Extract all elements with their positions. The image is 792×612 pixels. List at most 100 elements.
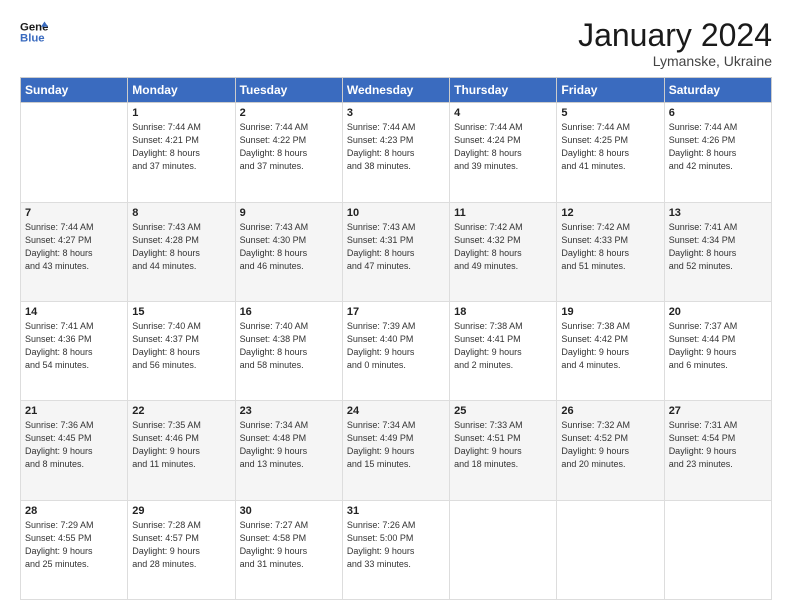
day-number: 2 [240,107,338,119]
calendar-cell: 7 Sunrise: 7:44 AMSunset: 4:27 PMDaylight… [21,202,128,301]
day-info: Sunrise: 7:34 AMSunset: 4:49 PMDaylight:… [347,419,445,471]
day-info: Sunrise: 7:33 AMSunset: 4:51 PMDaylight:… [454,419,552,471]
day-info: Sunrise: 7:37 AMSunset: 4:44 PMDaylight:… [669,320,767,372]
calendar-day-header: Friday [557,78,664,103]
day-info: Sunrise: 7:44 AMSunset: 4:27 PMDaylight:… [25,221,123,273]
day-number: 5 [561,107,659,119]
day-number: 4 [454,107,552,119]
calendar-cell: 30 Sunrise: 7:27 AMSunset: 4:58 PMDayligh… [235,500,342,599]
day-info: Sunrise: 7:43 AMSunset: 4:28 PMDaylight:… [132,221,230,273]
calendar-day-header: Sunday [21,78,128,103]
day-number: 1 [132,107,230,119]
calendar-week-row: 28 Sunrise: 7:29 AMSunset: 4:55 PMDayligh… [21,500,772,599]
day-number: 6 [669,107,767,119]
day-info: Sunrise: 7:44 AMSunset: 4:25 PMDaylight:… [561,121,659,173]
day-info: Sunrise: 7:28 AMSunset: 4:57 PMDaylight:… [132,519,230,571]
day-number: 3 [347,107,445,119]
day-info: Sunrise: 7:31 AMSunset: 4:54 PMDaylight:… [669,419,767,471]
day-info: Sunrise: 7:27 AMSunset: 4:58 PMDaylight:… [240,519,338,571]
day-number: 17 [347,306,445,318]
calendar-cell: 29 Sunrise: 7:28 AMSunset: 4:57 PMDayligh… [128,500,235,599]
calendar-week-row: 21Sunrise: 7:36 AMSunset: 4:45 PMDayligh… [21,401,772,500]
calendar-cell: 13 Sunrise: 7:41 AMSunset: 4:34 PMDayligh… [664,202,771,301]
calendar-cell: 6 Sunrise: 7:44 AMSunset: 4:26 PMDaylight… [664,103,771,202]
calendar-header-row: SundayMondayTuesdayWednesdayThursdayFrid… [21,78,772,103]
calendar-day-header: Monday [128,78,235,103]
day-number: 10 [347,207,445,219]
day-number: 9 [240,207,338,219]
day-info: Sunrise: 7:40 AMSunset: 4:38 PMDaylight:… [240,320,338,372]
day-number: 15 [132,306,230,318]
day-info: Sunrise: 7:44 AMSunset: 4:24 PMDaylight:… [454,121,552,173]
calendar-cell [21,103,128,202]
day-number: 25 [454,405,552,417]
day-number: 19 [561,306,659,318]
calendar-cell [664,500,771,599]
calendar-day-header: Saturday [664,78,771,103]
calendar-cell: 27 Sunrise: 7:31 AMSunset: 4:54 PMDayligh… [664,401,771,500]
calendar-cell: 14Sunrise: 7:41 AMSunset: 4:36 PMDayligh… [21,301,128,400]
day-info: Sunrise: 7:41 AMSunset: 4:34 PMDaylight:… [669,221,767,273]
calendar-cell: 4 Sunrise: 7:44 AMSunset: 4:24 PMDaylight… [450,103,557,202]
day-number: 28 [25,505,123,517]
page-subtitle: Lymanske, Ukraine [578,53,772,69]
page-title: January 2024 [578,18,772,53]
day-info: Sunrise: 7:35 AMSunset: 4:46 PMDaylight:… [132,419,230,471]
day-info: Sunrise: 7:44 AMSunset: 4:26 PMDaylight:… [669,121,767,173]
calendar-cell: 15 Sunrise: 7:40 AMSunset: 4:37 PMDayligh… [128,301,235,400]
calendar-cell: 9 Sunrise: 7:43 AMSunset: 4:30 PMDaylight… [235,202,342,301]
calendar-week-row: 1 Sunrise: 7:44 AMSunset: 4:21 PMDaylight… [21,103,772,202]
day-number: 31 [347,505,445,517]
calendar-cell: 31 Sunrise: 7:26 AMSunset: 5:00 PMDayligh… [342,500,449,599]
day-number: 24 [347,405,445,417]
day-info: Sunrise: 7:34 AMSunset: 4:48 PMDaylight:… [240,419,338,471]
calendar-day-header: Tuesday [235,78,342,103]
calendar-cell: 25 Sunrise: 7:33 AMSunset: 4:51 PMDayligh… [450,401,557,500]
day-info: Sunrise: 7:39 AMSunset: 4:40 PMDaylight:… [347,320,445,372]
day-number: 21 [25,405,123,417]
day-number: 11 [454,207,552,219]
day-info: Sunrise: 7:42 AMSunset: 4:32 PMDaylight:… [454,221,552,273]
calendar-cell: 26Sunrise: 7:32 AMSunset: 4:52 PMDayligh… [557,401,664,500]
calendar-cell [557,500,664,599]
day-number: 27 [669,405,767,417]
calendar-cell: 5 Sunrise: 7:44 AMSunset: 4:25 PMDaylight… [557,103,664,202]
calendar-cell: 23 Sunrise: 7:34 AMSunset: 4:48 PMDayligh… [235,401,342,500]
calendar-cell: 22 Sunrise: 7:35 AMSunset: 4:46 PMDayligh… [128,401,235,500]
day-number: 20 [669,306,767,318]
day-info: Sunrise: 7:43 AMSunset: 4:30 PMDaylight:… [240,221,338,273]
day-number: 30 [240,505,338,517]
calendar-week-row: 14Sunrise: 7:41 AMSunset: 4:36 PMDayligh… [21,301,772,400]
calendar-cell: 8Sunrise: 7:43 AMSunset: 4:28 PMDaylight… [128,202,235,301]
day-info: Sunrise: 7:41 AMSunset: 4:36 PMDaylight:… [25,320,123,372]
logo: General Blue [20,18,48,46]
calendar-cell: 1 Sunrise: 7:44 AMSunset: 4:21 PMDaylight… [128,103,235,202]
day-number: 16 [240,306,338,318]
day-info: Sunrise: 7:43 AMSunset: 4:31 PMDaylight:… [347,221,445,273]
day-info: Sunrise: 7:40 AMSunset: 4:37 PMDaylight:… [132,320,230,372]
header: General Blue January 2024 Lymanske, Ukra… [20,18,772,69]
calendar-cell: 2Sunrise: 7:44 AMSunset: 4:22 PMDaylight… [235,103,342,202]
day-number: 23 [240,405,338,417]
day-number: 26 [561,405,659,417]
day-info: Sunrise: 7:26 AMSunset: 5:00 PMDaylight:… [347,519,445,571]
day-info: Sunrise: 7:44 AMSunset: 4:21 PMDaylight:… [132,121,230,173]
day-info: Sunrise: 7:29 AMSunset: 4:55 PMDaylight:… [25,519,123,571]
calendar-cell: 17 Sunrise: 7:39 AMSunset: 4:40 PMDayligh… [342,301,449,400]
calendar-cell: 24 Sunrise: 7:34 AMSunset: 4:49 PMDayligh… [342,401,449,500]
calendar-day-header: Wednesday [342,78,449,103]
day-number: 29 [132,505,230,517]
calendar-cell: 3Sunrise: 7:44 AMSunset: 4:23 PMDaylight… [342,103,449,202]
day-number: 18 [454,306,552,318]
calendar-cell: 18Sunrise: 7:38 AMSunset: 4:41 PMDayligh… [450,301,557,400]
logo-icon: General Blue [20,18,48,46]
calendar-cell: 10 Sunrise: 7:43 AMSunset: 4:31 PMDayligh… [342,202,449,301]
day-number: 22 [132,405,230,417]
title-block: January 2024 Lymanske, Ukraine [578,18,772,69]
page: General Blue January 2024 Lymanske, Ukra… [0,0,792,612]
day-info: Sunrise: 7:38 AMSunset: 4:42 PMDaylight:… [561,320,659,372]
calendar-cell [450,500,557,599]
day-number: 7 [25,207,123,219]
calendar-table: SundayMondayTuesdayWednesdayThursdayFrid… [20,77,772,600]
day-number: 13 [669,207,767,219]
